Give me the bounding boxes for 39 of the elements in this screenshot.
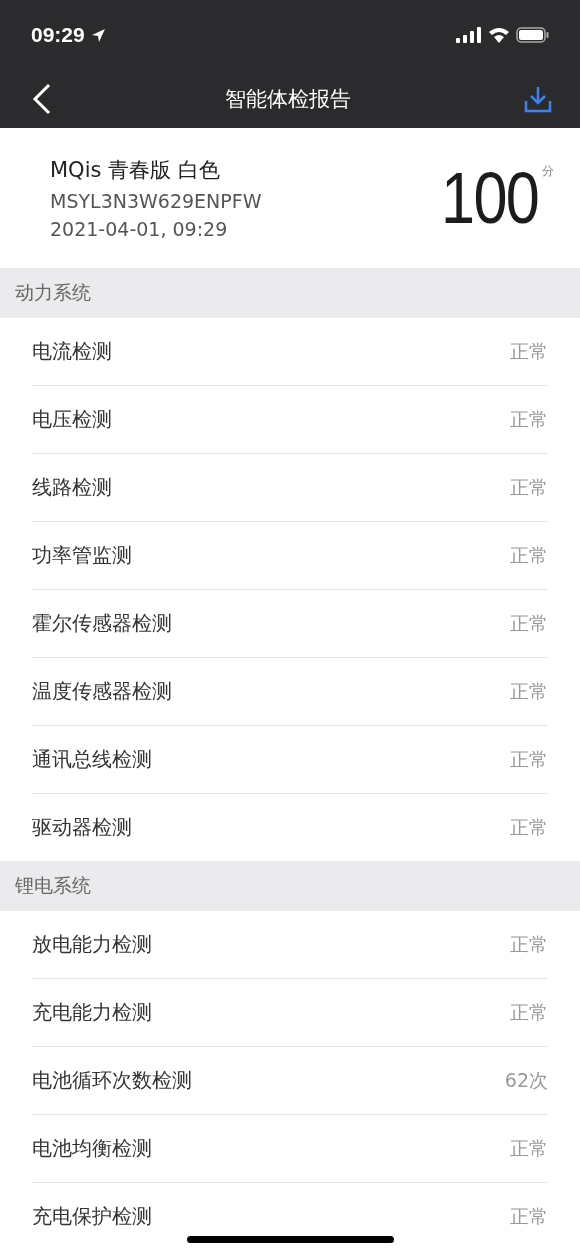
- check-label: 驱动器检测: [32, 814, 132, 841]
- status-time: 09:29: [31, 23, 85, 47]
- check-result: 正常: [510, 542, 548, 568]
- device-serial: MSYL3N3W629ENPFW: [50, 190, 262, 212]
- check-label: 温度传感器检测: [32, 678, 172, 705]
- section-header: 锂电系统: [0, 861, 580, 911]
- check-label: 霍尔传感器检测: [32, 610, 172, 637]
- check-label: 电池循环次数检测: [32, 1067, 192, 1094]
- section-header: 动力系统: [0, 268, 580, 318]
- battery-icon: [516, 27, 550, 43]
- check-label: 线路检测: [32, 474, 112, 501]
- score-unit: 分: [542, 163, 554, 180]
- location-icon: [90, 27, 106, 43]
- check-result: 正常: [510, 474, 548, 500]
- check-label: 放电能力检测: [32, 931, 152, 958]
- check-result: 正常: [510, 678, 548, 704]
- check-label: 充电保护检测: [32, 1203, 152, 1230]
- device-name: MQis 青春版 白色: [50, 157, 221, 184]
- check-result: 正常: [510, 1135, 548, 1161]
- check-label: 电池均衡检测: [32, 1135, 152, 1162]
- check-label: 功率管监测: [32, 542, 132, 569]
- check-label: 电流检测: [32, 338, 112, 365]
- check-result: 正常: [510, 814, 548, 840]
- score-value: 100: [441, 157, 538, 239]
- check-label: 通讯总线检测: [32, 746, 152, 773]
- wifi-icon: [488, 27, 510, 43]
- page-title: 智能体检报告: [225, 86, 351, 113]
- report-date: 2021-04-01, 09:29: [50, 218, 229, 240]
- check-result: 正常: [510, 406, 548, 432]
- check-result: 62次: [504, 1067, 548, 1093]
- check-result: 正常: [510, 746, 548, 772]
- check-result: 正常: [510, 999, 548, 1025]
- check-result: 正常: [510, 338, 548, 364]
- signal-icon: [456, 27, 482, 43]
- check-label: 充电能力检测: [32, 999, 152, 1026]
- check-result: 正常: [510, 1203, 548, 1229]
- check-result: 正常: [510, 931, 548, 957]
- check-label: 电压检测: [32, 406, 112, 433]
- check-result: 正常: [510, 610, 548, 636]
